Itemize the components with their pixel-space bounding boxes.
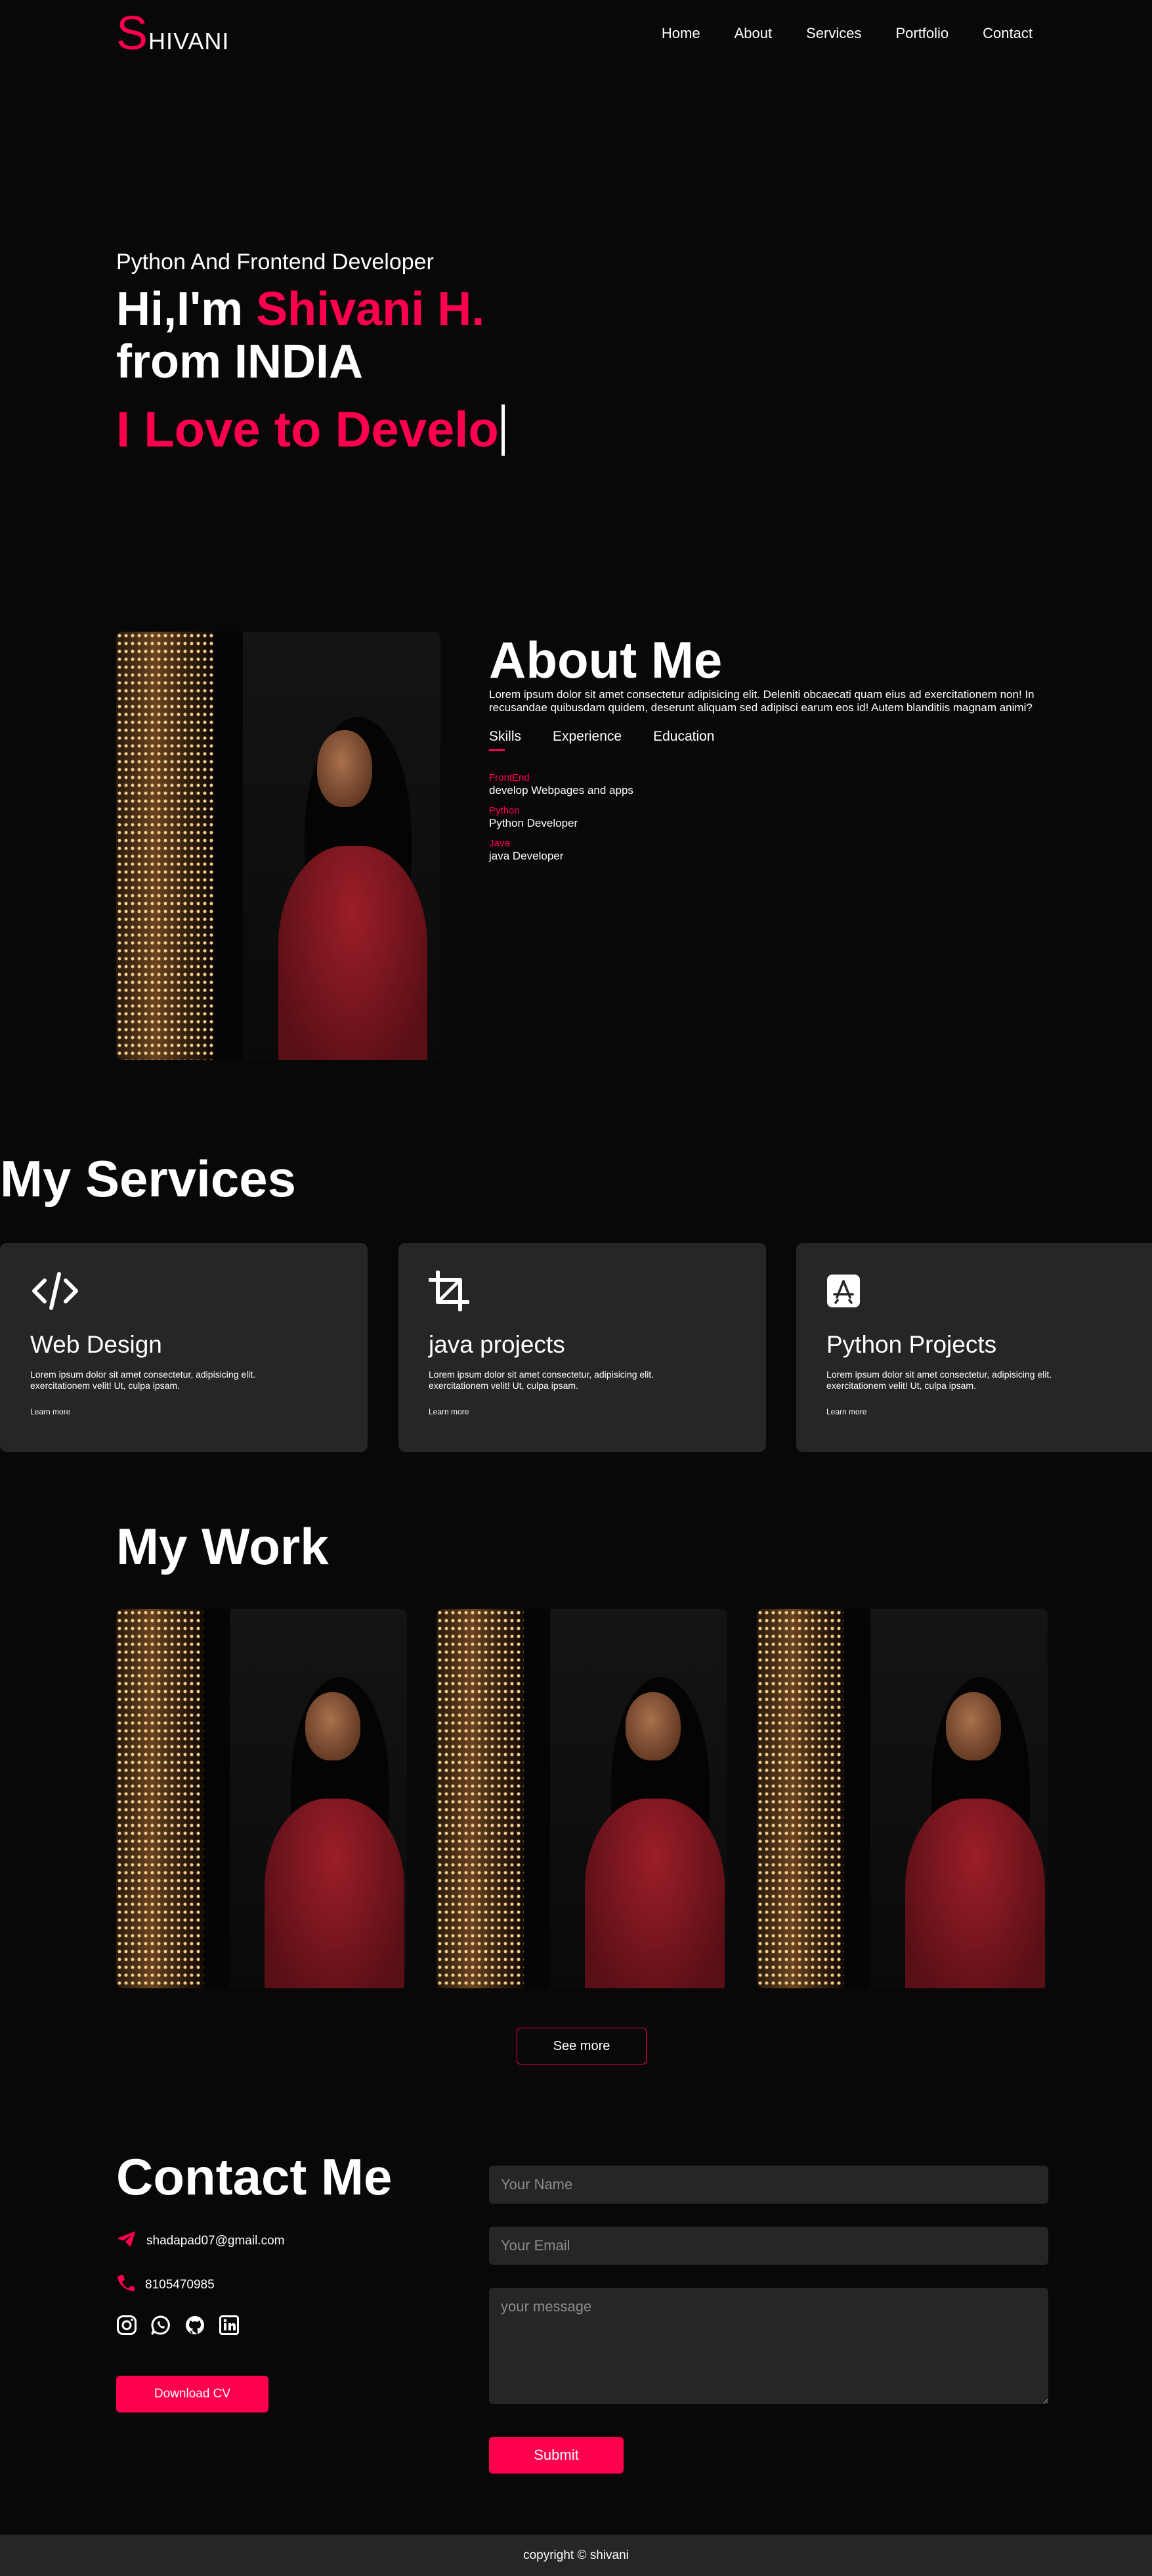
service-text: Lorem ipsum dolor sit amet consectetur, … — [30, 1369, 256, 1391]
contact-phone-row: 8105470985 — [116, 2274, 392, 2296]
instagram-icon[interactable] — [116, 2315, 137, 2339]
about-photo — [116, 632, 440, 1060]
services-title: My Services — [0, 1150, 296, 1208]
nav-link-portfolio[interactable]: Portfolio — [895, 25, 949, 42]
service-title: Python Projects — [826, 1331, 997, 1358]
skill-item: Python Python Developer — [489, 805, 1047, 830]
nav-link-home[interactable]: Home — [662, 25, 700, 42]
logo-text: HIVANI — [148, 28, 230, 55]
footer: copyright © shivani — [0, 2535, 1152, 2576]
skill-key: Java — [489, 838, 510, 849]
name-input[interactable] — [489, 2166, 1048, 2204]
skill-value: java Developer — [489, 850, 564, 862]
service-text: Lorem ipsum dolor sit amet consectetur, … — [826, 1369, 1052, 1391]
github-icon[interactable] — [184, 2315, 205, 2339]
hero-heading: Hi,I'm Shivani H. from INDIA — [116, 283, 505, 388]
tab-skills[interactable]: Skills — [489, 729, 521, 751]
service-title: Web Design — [30, 1331, 162, 1358]
nav-link-services[interactable]: Services — [806, 25, 861, 42]
crop-icon — [429, 1269, 736, 1313]
hero-typing-text: I Love to Develo — [116, 401, 505, 458]
typing-cursor — [501, 404, 505, 456]
social-links — [116, 2315, 392, 2339]
service-card-python-projects: Python Projects Lorem ipsum dolor sit am… — [796, 1243, 1152, 1452]
submit-button[interactable]: Submit — [489, 2437, 624, 2474]
service-text: Lorem ipsum dolor sit amet consectetur, … — [429, 1369, 654, 1391]
nav-link-contact[interactable]: Contact — [983, 25, 1033, 42]
work-image[interactable] — [437, 1609, 727, 1988]
typing-text: I Love to Develo — [116, 402, 499, 458]
nav-link-about[interactable]: About — [735, 25, 773, 42]
copyright-text: copyright © shivani — [523, 2548, 629, 2562]
learn-more-link[interactable]: Learn more — [826, 1407, 866, 1416]
work-image[interactable] — [116, 1609, 407, 1988]
work-image[interactable] — [757, 1609, 1048, 1988]
skills-list: FrontEnd develop Webpages and apps Pytho… — [489, 772, 1047, 863]
skill-item: FrontEnd develop Webpages and apps — [489, 772, 1047, 797]
skill-item: Java java Developer — [489, 838, 1047, 863]
about-text: Lorem ipsum dolor sit amet consectetur a… — [489, 688, 1035, 714]
tab-experience[interactable]: Experience — [553, 729, 622, 751]
learn-more-link[interactable]: Learn more — [429, 1407, 469, 1416]
hero-subtitle: Python And Frontend Developer — [116, 250, 434, 274]
skill-key: Python — [489, 805, 520, 816]
message-textarea[interactable] — [489, 2288, 1048, 2404]
logo-initial: S — [116, 7, 149, 60]
see-more-button[interactable]: See more — [517, 2028, 647, 2064]
contact-email-row: shadapad07@gmail.com — [116, 2231, 392, 2252]
logo[interactable]: SHIVANI — [116, 7, 229, 60]
contact-form: Submit — [489, 2166, 1048, 2474]
skill-key: FrontEnd — [489, 772, 530, 783]
about-title: About Me — [489, 631, 723, 689]
service-title: java projects — [429, 1331, 565, 1358]
paper-plane-icon — [116, 2231, 136, 2252]
skill-value: Python Developer — [489, 817, 578, 829]
about-tabs: Skills Experience Education — [489, 729, 1047, 751]
contact-phone[interactable]: 8105470985 — [145, 2278, 215, 2292]
linkedin-icon[interactable] — [219, 2315, 240, 2339]
email-input[interactable] — [489, 2227, 1048, 2265]
hero-from: from INDIA — [116, 336, 363, 388]
whatsapp-icon[interactable] — [150, 2315, 171, 2339]
service-card-java-projects: java projects Lorem ipsum dolor sit amet… — [398, 1243, 766, 1452]
contact-email[interactable]: shadapad07@gmail.com — [146, 2234, 284, 2248]
learn-more-link[interactable]: Learn more — [30, 1407, 70, 1416]
contact-section: Contact Me shadapad07@gmail.com 81054709… — [116, 2147, 392, 2412]
tab-education[interactable]: Education — [653, 729, 714, 751]
service-card-web-design: Web Design Lorem ipsum dolor sit amet co… — [0, 1243, 368, 1452]
phone-icon — [116, 2274, 135, 2296]
code-icon — [30, 1269, 337, 1313]
hero-greeting: Hi,I'm — [116, 283, 257, 336]
app-store-icon — [826, 1269, 1134, 1313]
skill-value: develop Webpages and apps — [489, 784, 633, 797]
navbar: SHIVANI Home About Services Portfolio Co… — [0, 0, 1152, 66]
work-title: My Work — [116, 1517, 329, 1575]
about-section: About Me Lorem ipsum dolor sit amet cons… — [489, 632, 1047, 871]
nav-links: Home About Services Portfolio Contact — [662, 25, 1033, 42]
download-cv-button[interactable]: Download CV — [116, 2376, 268, 2412]
contact-title: Contact Me — [116, 2148, 393, 2206]
hero-name: Shivani H. — [256, 283, 485, 336]
hero-section: Python And Frontend Developer Hi,I'm Shi… — [116, 250, 505, 458]
